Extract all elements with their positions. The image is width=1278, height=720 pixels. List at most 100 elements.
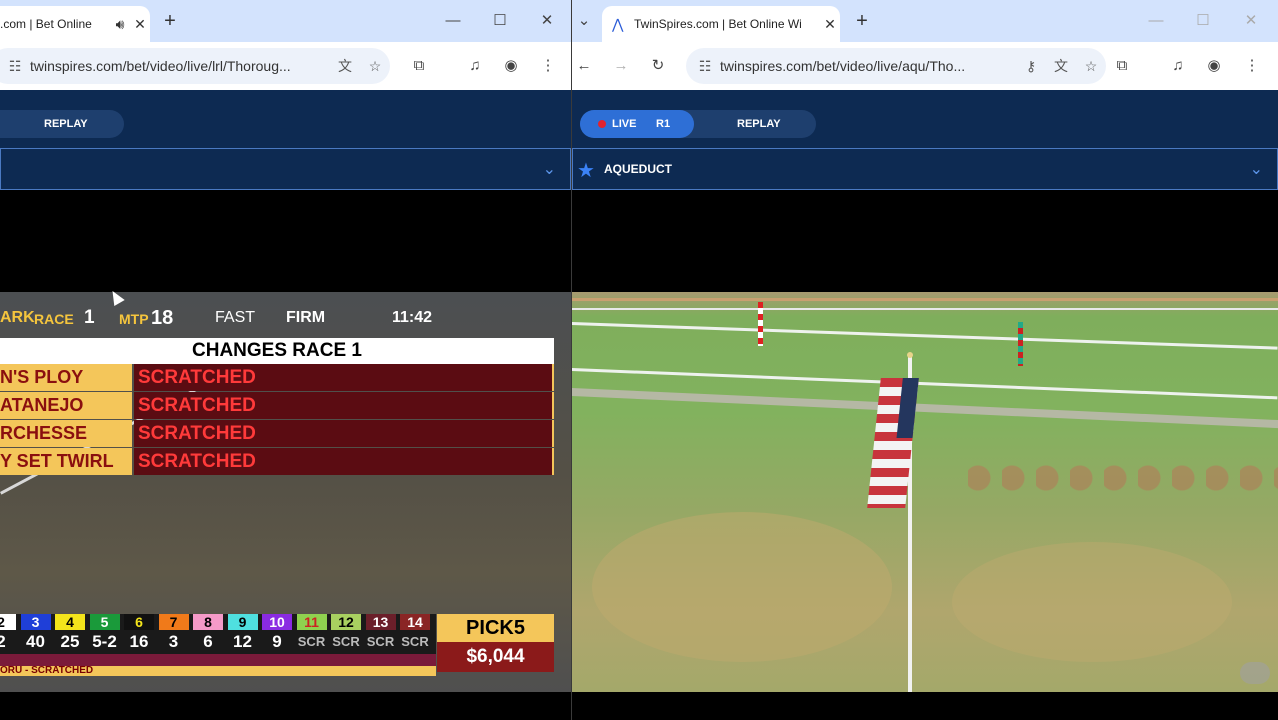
chevron-down-icon[interactable]: ⌄ <box>1250 159 1263 179</box>
browser-toolbar: ☷ twinspires.com/bet/video/live/lrl/Thor… <box>0 42 571 90</box>
live-tab[interactable]: LIVE R1 <box>580 110 694 138</box>
extensions-icon[interactable]: ⧉ <box>407 54 431 78</box>
replay-tab[interactable]: REPLAY <box>44 118 88 130</box>
speaker-icon[interactable]: 🔊︎ <box>110 16 130 33</box>
odds-value: 25 <box>60 632 80 651</box>
saddle-number: 5 <box>89 614 120 630</box>
odds-value: 9 <box>272 632 282 651</box>
media-control-icon[interactable]: ♫ <box>1166 54 1190 78</box>
translate-icon[interactable]: 文 <box>330 56 360 76</box>
changes-title: CHANGES RACE 1 <box>0 338 554 364</box>
saddle-number: 11 <box>296 614 327 630</box>
close-tab-icon[interactable]: ✕ <box>820 16 840 33</box>
maximize-icon[interactable]: ☐ <box>1188 8 1218 34</box>
minimize-icon[interactable]: — <box>1141 8 1171 34</box>
profile-icon[interactable]: ◉ <box>1202 54 1226 78</box>
change-row: ATANEJO SCRATCHED <box>0 392 554 419</box>
change-row: N'S PLOY SCRATCHED <box>0 364 554 391</box>
site-header: REPLAY <box>0 90 571 148</box>
pick5-label: PICK5 <box>437 614 554 642</box>
change-status: SCRATCHED <box>134 420 554 447</box>
password-key-icon[interactable]: ⚷ <box>1016 58 1046 75</box>
maximize-icon[interactable]: ☐ <box>485 8 515 34</box>
tab-title: TwinSpires.com | Bet Online Wi <box>634 17 802 31</box>
mtp-value: 18 <box>151 307 174 329</box>
pick5-pool: PICK5 $6,044 <box>437 614 554 676</box>
browser-tab[interactable]: ⋀ TwinSpires.com | Bet Online Wi ✕ <box>602 6 840 42</box>
race-video[interactable] <box>572 292 1278 692</box>
odds-value: 16 <box>129 632 149 651</box>
site-info-icon[interactable]: ☷ <box>690 58 720 75</box>
change-row: RCHESSE SCRATCHED <box>0 420 554 447</box>
back-icon[interactable]: ← <box>572 54 596 78</box>
live-replay-toggle[interactable]: LIVE R1 REPLAY <box>580 110 816 138</box>
extensions-icon[interactable]: ⧉ <box>1110 54 1134 78</box>
address-bar[interactable]: ☷ twinspires.com/bet/video/live/aqu/Tho.… <box>686 48 1106 84</box>
close-tab-icon[interactable]: ✕ <box>130 16 150 33</box>
infield-shrubs <box>968 458 1278 508</box>
new-tab-icon[interactable]: + <box>850 10 874 34</box>
saddle-number: 14 <box>400 614 430 630</box>
address-bar[interactable]: ☷ twinspires.com/bet/video/live/lrl/Thor… <box>0 48 390 84</box>
twinspires-favicon-icon: ⋀ <box>612 15 624 32</box>
odds-value: 3 <box>168 632 179 651</box>
bookmark-star-icon[interactable]: ☆ <box>1076 58 1106 75</box>
scratch-note: ORU - SCRATCHED <box>0 666 436 676</box>
odds-value: SCR <box>401 634 429 649</box>
outer-fence <box>572 298 1278 301</box>
saddle-number: 3 <box>20 614 51 630</box>
close-window-icon[interactable]: ✕ <box>1236 8 1266 34</box>
odds-value: 12 <box>233 632 252 651</box>
forward-icon[interactable]: → <box>609 54 633 78</box>
reload-icon[interactable]: ↻ <box>646 54 670 78</box>
url-text: twinspires.com/bet/video/live/aqu/Tho... <box>720 58 966 74</box>
change-status: SCRATCHED <box>134 448 554 475</box>
bookmark-star-icon[interactable]: ☆ <box>360 58 390 75</box>
turf-rail <box>572 322 1278 350</box>
menu-kebab-icon[interactable]: ⋮ <box>536 54 560 78</box>
menu-kebab-icon[interactable]: ⋮ <box>1240 54 1264 78</box>
tab-strip: .com | Bet Online 🔊︎ ✕ + — ☐ ✕ <box>0 0 571 42</box>
odds-value: 6 <box>203 632 213 651</box>
dirt-condition: FAST <box>215 309 256 326</box>
translate-icon[interactable]: 文 <box>1046 56 1076 76</box>
replay-tab[interactable]: REPLAY <box>737 118 781 130</box>
left-browser-window: .com | Bet Online 🔊︎ ✕ + — ☐ ✕ ☷ twinspi… <box>0 0 572 720</box>
close-window-icon[interactable]: ✕ <box>532 8 562 34</box>
site-info-icon[interactable]: ☷ <box>0 58 30 75</box>
saddle-number: 4 <box>55 614 85 630</box>
track-selector[interactable]: ⌄ <box>0 148 571 190</box>
odds-value: 40 <box>26 632 45 651</box>
saddle-number: 6 <box>124 614 154 630</box>
track-selector[interactable]: ★ AQUEDUCT ⌄ <box>572 148 1278 190</box>
race-label: R1 <box>656 118 671 130</box>
horse-name: N'S PLOY <box>0 364 132 391</box>
odds-value: SCR <box>332 634 360 649</box>
right-browser-window: ⌄ ⋀ TwinSpires.com | Bet Online Wi ✕ + —… <box>572 0 1278 720</box>
race-info-bar: ARK RACE 1 MTP 18 FAST FIRM 11:42 <box>0 300 560 340</box>
minimize-icon[interactable]: — <box>438 8 468 34</box>
browser-tab[interactable]: .com | Bet Online 🔊︎ ✕ <box>0 6 150 42</box>
worn-grass <box>592 512 892 662</box>
horse-name: Y SET TWIRL <box>0 448 132 475</box>
tab-search-icon[interactable]: ⌄ <box>572 9 596 33</box>
saddle-number: 7 <box>158 614 189 630</box>
flag-pole-finial <box>907 352 913 358</box>
outer-rail <box>572 308 1278 310</box>
favorite-star-icon[interactable]: ★ <box>577 158 595 183</box>
live-replay-toggle[interactable]: REPLAY <box>0 110 124 138</box>
chevron-down-icon[interactable]: ⌄ <box>543 159 556 179</box>
race-video[interactable]: ARK RACE 1 MTP 18 FAST FIRM 11:42 CHANGE… <box>0 292 571 692</box>
pole-marker <box>1018 322 1023 366</box>
browser-toolbar: ← → ↻ ☷ twinspires.com/bet/video/live/aq… <box>572 42 1278 90</box>
post-time: 11:42 <box>392 309 433 326</box>
saddle-number: 10 <box>262 614 292 630</box>
tab-strip: ⌄ ⋀ TwinSpires.com | Bet Online Wi ✕ + —… <box>572 0 1278 42</box>
live-label: LIVE <box>612 118 637 130</box>
camera-watermark-icon <box>1240 662 1270 684</box>
odds-value: SCR <box>297 634 326 649</box>
media-control-icon[interactable]: ♫ <box>463 54 487 78</box>
race-number: 1 <box>84 307 95 328</box>
new-tab-icon[interactable]: + <box>158 10 182 34</box>
profile-icon[interactable]: ◉ <box>499 54 523 78</box>
